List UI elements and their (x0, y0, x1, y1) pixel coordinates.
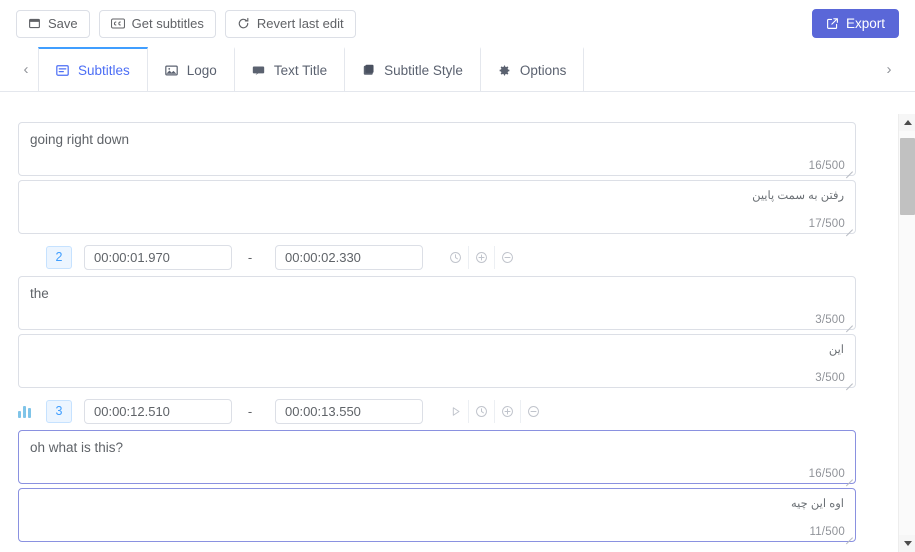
textarea-resize-handle[interactable] (844, 318, 854, 328)
tabs-scroll-left-button[interactable]: ‹ (14, 47, 38, 91)
tab-options[interactable]: Options (479, 47, 585, 91)
subtitle-row-actions (443, 399, 546, 423)
subtitle-end-time-input[interactable]: 00:00:13.550 (275, 398, 423, 424)
tab-subtitle-style[interactable]: Subtitle Style (344, 47, 481, 91)
subtitle-end-time-input[interactable]: 00:00:02.330 (275, 244, 423, 270)
subtitle-source-textarea[interactable]: oh what is this? 16/500 (18, 430, 856, 484)
subtitle-translation-char-count: 17/500 (808, 218, 845, 230)
tab-subtitle-style-label: Subtitle Style (384, 62, 463, 78)
subtitles-icon (56, 64, 69, 77)
export-button-label: Export (845, 15, 885, 31)
subtitle-start-time-input[interactable]: 00:00:01.970 (84, 244, 232, 270)
textarea-resize-handle[interactable] (844, 376, 854, 386)
closed-caption-icon (110, 18, 125, 29)
subtitle-text-group: the 3/500 این 3/500 (0, 276, 890, 388)
tab-options-label: Options (519, 62, 567, 78)
subtitle-editor-app: Save Get subtitles Revert last edit Expo… (0, 0, 915, 552)
tab-bar: ‹ Subtitles Logo Text Title Subtitle Sty… (0, 47, 915, 92)
image-icon (164, 64, 178, 77)
tab-subtitles[interactable]: Subtitles (38, 47, 148, 91)
subtitle-translation-char-count: 3/500 (815, 372, 845, 384)
subtitle-source-char-count: 16/500 (808, 468, 845, 480)
subtitle-translation-text: اوه این چیه (790, 498, 844, 510)
plus-circle-icon[interactable] (495, 399, 521, 423)
audio-waveform-icon (18, 404, 40, 418)
subtitle-start-time-input[interactable]: 00:00:12.510 (84, 398, 232, 424)
scroll-up-arrow-icon[interactable] (899, 114, 915, 131)
tab-text-title[interactable]: Text Title (233, 47, 346, 91)
play-icon[interactable] (443, 399, 469, 423)
tab-subtitles-label: Subtitles (78, 62, 130, 78)
external-link-icon (826, 17, 839, 30)
subtitle-list-inner: going right down 16/500 رفتن به سمت پایی… (0, 114, 890, 546)
subtitle-row-actions (443, 245, 520, 269)
get-subtitles-button-label: Get subtitles (131, 16, 204, 31)
toolbar-left-group: Save Get subtitles Revert last edit (16, 9, 356, 38)
sync-icon[interactable] (469, 399, 495, 423)
time-range-separator: - (247, 403, 253, 419)
subtitle-index-badge[interactable]: 2 (46, 245, 72, 269)
subtitle-item: going right down 16/500 رفتن به سمت پایی… (0, 122, 890, 234)
subtitle-row-header: 2 00:00:01.970 - 00:00:02.330 (0, 238, 890, 276)
tab-text-title-label: Text Title (273, 62, 328, 78)
subtitle-source-textarea[interactable]: the 3/500 (18, 276, 856, 330)
main-toolbar: Save Get subtitles Revert last edit Expo… (0, 0, 915, 47)
sync-icon[interactable] (443, 245, 469, 269)
textarea-resize-handle[interactable] (844, 164, 854, 174)
vertical-scrollbar[interactable] (898, 114, 915, 552)
save-button-label: Save (48, 16, 78, 31)
subtitle-source-char-count: 3/500 (815, 314, 845, 326)
subtitle-translation-text: این (828, 344, 844, 356)
textarea-resize-handle[interactable] (844, 222, 854, 232)
revert-last-edit-button[interactable]: Revert last edit (224, 9, 356, 38)
subtitle-source-text: going right down (30, 132, 130, 147)
scroll-down-arrow-icon[interactable] (899, 535, 915, 552)
revert-last-edit-button-label: Revert last edit (256, 16, 344, 31)
tab-logo-label: Logo (186, 62, 217, 78)
subtitle-list: going right down 16/500 رفتن به سمت پایی… (0, 114, 915, 552)
subtitle-index-badge[interactable]: 3 (46, 399, 72, 423)
get-subtitles-button[interactable]: Get subtitles (98, 9, 216, 38)
textarea-resize-handle[interactable] (844, 472, 854, 482)
subtitle-text-group: oh what is this? 16/500 اوه این چیه 11/5… (0, 430, 890, 542)
subtitle-translation-textarea[interactable]: این 3/500 (18, 334, 856, 388)
subtitle-source-text: the (30, 286, 49, 301)
tab-list: Subtitles Logo Text Title Subtitle Style… (38, 47, 585, 91)
time-range-separator: - (247, 249, 253, 265)
subtitle-translation-textarea[interactable]: رفتن به سمت پایین 17/500 (18, 180, 856, 234)
subtitle-item: 3 00:00:12.510 - 00:00:13.550 oh what is… (0, 392, 890, 542)
scrollbar-thumb[interactable] (900, 138, 915, 215)
toolbar-right-group: Export (811, 9, 899, 38)
subtitle-translation-textarea[interactable]: اوه این چیه 11/500 (18, 488, 856, 542)
save-icon (28, 17, 41, 30)
textarea-resize-handle[interactable] (844, 530, 854, 540)
subtitle-translation-char-count: 11/500 (809, 526, 845, 538)
subtitle-source-textarea[interactable]: going right down 16/500 (18, 122, 856, 176)
save-button[interactable]: Save (16, 9, 90, 38)
tabs-scroll-right-button[interactable]: › (877, 47, 901, 91)
minus-circle-icon[interactable] (521, 399, 546, 423)
subtitle-source-char-count: 16/500 (808, 160, 845, 172)
gear-icon (498, 64, 511, 77)
plus-circle-icon[interactable] (469, 245, 495, 269)
subtitle-row-header: 3 00:00:12.510 - 00:00:13.550 (0, 392, 890, 430)
subtitle-item: 2 00:00:01.970 - 00:00:02.330 the 3/500 … (0, 238, 890, 388)
export-button[interactable]: Export (811, 9, 899, 38)
subtitle-source-text: oh what is this? (30, 440, 124, 455)
layers-icon (362, 64, 375, 77)
refresh-icon (237, 17, 250, 30)
minus-circle-icon[interactable] (495, 245, 520, 269)
tab-logo[interactable]: Logo (146, 47, 235, 91)
subtitle-translation-text: رفتن به سمت پایین (752, 190, 844, 202)
text-box-icon (252, 64, 265, 77)
